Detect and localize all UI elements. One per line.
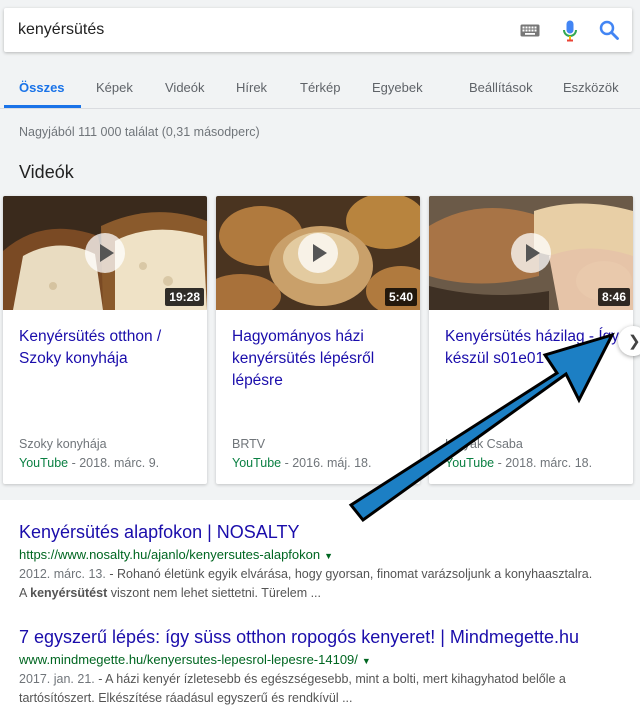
- tab-images[interactable]: Képek: [96, 80, 133, 95]
- video-date: - 2018. márc. 18.: [494, 456, 593, 470]
- video-duration: 8:46: [597, 288, 630, 306]
- snippet-highlight: kenyérsütést: [30, 586, 108, 600]
- video-card[interactable]: 5:40 Hagyományos házi kenyérsütés lépésr…: [216, 196, 420, 484]
- snippet-text: - A házi kenyér ízletesebb és egészséges…: [94, 672, 566, 686]
- video-title[interactable]: Kenyérsütés otthon / Szoky konyhája: [19, 326, 197, 370]
- snippet-text: tartósítószert. Elkészítése ráadásul egy…: [19, 691, 353, 705]
- result-title[interactable]: 7 egyszerű lépés: így süss otthon ropogó…: [19, 627, 579, 648]
- tab-all[interactable]: Összes: [19, 80, 65, 95]
- play-icon[interactable]: [85, 233, 125, 273]
- snippet-text: A: [19, 586, 31, 600]
- result-url[interactable]: www.mindmegette.hu/kenyersutes-lepesrol-…: [19, 652, 371, 667]
- tab-settings[interactable]: Beállítások: [469, 80, 533, 95]
- keyboard-icon[interactable]: [520, 24, 540, 37]
- snippet-text: viszont nem lehet siettetni. Türelem ...: [107, 586, 322, 600]
- result-title[interactable]: Kenyérsütés alapfokon | NOSALTY: [19, 522, 300, 543]
- video-date: - 2018. márc. 9.: [68, 456, 160, 470]
- tab-news[interactable]: Hírek: [236, 80, 267, 95]
- video-source: Szoky konyhája: [19, 437, 107, 451]
- search-icon[interactable]: [599, 20, 619, 40]
- search-input[interactable]: kenyérsütés: [18, 21, 104, 39]
- carousel-next-button[interactable]: ❯: [618, 326, 640, 356]
- divider: [0, 108, 640, 109]
- result-snippet: 2012. márc. 13. - Rohanó életünk egyik e…: [19, 565, 619, 603]
- video-meta: YouTube - 2016. máj. 18.: [232, 456, 371, 470]
- video-source: BRTV: [232, 437, 266, 451]
- tab-videos[interactable]: Videók: [165, 80, 205, 95]
- video-platform: YouTube: [19, 456, 69, 470]
- snippet-text: - Rohanó életünk egyik elvárása, hogy gy…: [105, 567, 593, 581]
- result-stats: Nagyjából 111 000 találat (0,31 másodper…: [19, 125, 260, 139]
- video-meta: YouTube - 2018. márc. 18.: [445, 456, 592, 470]
- tab-maps[interactable]: Térkép: [300, 80, 340, 95]
- video-thumbnail[interactable]: 19:28: [3, 196, 207, 310]
- result-snippet: 2017. jan. 21. - A házi kenyér ízleteseb…: [19, 670, 619, 708]
- search-tabs: Összes Képek Videók Hírek Térkép Egyebek…: [0, 66, 640, 108]
- video-card[interactable]: 19:28 Kenyérsütés otthon / Szoky konyháj…: [3, 196, 207, 484]
- video-duration: 5:40: [384, 288, 417, 306]
- caret-down-icon[interactable]: ▼: [324, 551, 333, 561]
- tab-more[interactable]: Egyebek: [372, 80, 423, 95]
- result-url-text[interactable]: www.mindmegette.hu/kenyersutes-lepesrol-…: [19, 652, 358, 667]
- microphone-icon[interactable]: [562, 20, 578, 42]
- video-source: Holyak Csaba: [445, 437, 523, 451]
- video-title[interactable]: Hagyományos házi kenyérsütés lépésről lé…: [232, 326, 410, 392]
- video-duration: 19:28: [165, 288, 204, 306]
- result-url-text[interactable]: https://www.nosalty.hu/ajanlo/kenyersute…: [19, 547, 320, 562]
- video-platform: YouTube: [445, 456, 495, 470]
- search-box[interactable]: kenyérsütés: [4, 8, 632, 52]
- tab-tools[interactable]: Eszközök: [563, 80, 619, 95]
- play-icon[interactable]: [298, 233, 338, 273]
- caret-down-icon[interactable]: ▼: [362, 656, 371, 666]
- chevron-right-icon: ❯: [628, 333, 640, 350]
- result-date: 2012. márc. 13.: [19, 567, 106, 581]
- video-title[interactable]: Kenyérsütés házilag - Így készül s01e01: [445, 326, 623, 370]
- video-card[interactable]: 8:46 Kenyérsütés házilag - Így készül s0…: [429, 196, 633, 484]
- video-platform: YouTube: [232, 456, 282, 470]
- video-thumbnail[interactable]: 8:46: [429, 196, 633, 310]
- video-date: - 2016. máj. 18.: [281, 456, 372, 470]
- video-meta: YouTube - 2018. márc. 9.: [19, 456, 159, 470]
- result-url[interactable]: https://www.nosalty.hu/ajanlo/kenyersute…: [19, 547, 333, 562]
- video-thumbnail[interactable]: 5:40: [216, 196, 420, 310]
- videos-heading: Videók: [19, 162, 74, 182]
- play-icon[interactable]: [511, 233, 551, 273]
- result-date: 2017. jan. 21.: [19, 672, 95, 686]
